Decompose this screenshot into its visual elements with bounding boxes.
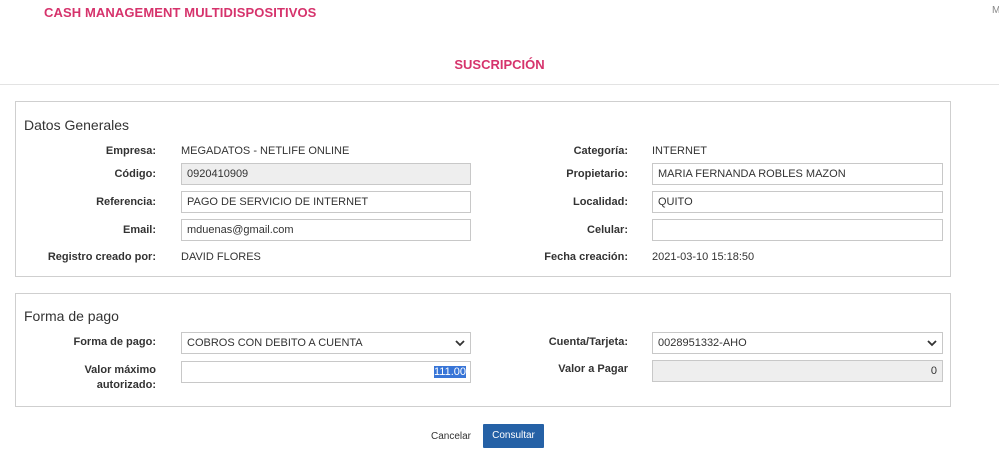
cuenta-select[interactable]: 0028951332-AHO: [652, 332, 943, 354]
fecha-value: 2021-03-10 15:18:50: [652, 251, 755, 263]
payment-panel: Forma de pago Forma de pago: COBROS CON …: [15, 293, 951, 407]
page-title: SUSCRIPCIÓN: [454, 57, 545, 72]
valor-pagar-label: Valor a Pagar: [558, 363, 628, 375]
propietario-field[interactable]: MARIA FERNANDA ROBLES MAZON: [652, 163, 943, 185]
propietario-label: Propietario:: [566, 168, 628, 180]
localidad-field[interactable]: QUITO: [652, 191, 943, 213]
general-data-panel: Datos Generales Empresa: MEGADATOS - NET…: [15, 101, 951, 277]
cuenta-selected-value: 0028951332-AHO: [658, 337, 747, 349]
valor-pagar-field[interactable]: 0: [652, 360, 943, 382]
chevron-down-icon: [927, 340, 937, 347]
general-data-legend: Datos Generales: [24, 117, 130, 133]
celular-label: Celular:: [587, 224, 628, 236]
categoria-label: Categoría:: [573, 145, 628, 157]
localidad-label: Localidad:: [572, 196, 628, 208]
valor-maximo-label-line2: autorizado:: [96, 379, 156, 391]
consult-button[interactable]: Consultar: [483, 424, 544, 448]
categoria-value: INTERNET: [652, 145, 707, 157]
fecha-label: Fecha creación:: [544, 251, 628, 263]
header-divider: [0, 84, 999, 85]
cuenta-label: Cuenta/Tarjeta:: [548, 336, 628, 348]
payment-legend: Forma de pago: [24, 308, 119, 324]
app-title: CASH MANAGEMENT MULTIDISPOSITIVOS: [44, 5, 317, 20]
header-corner-text: M: [992, 5, 999, 16]
celular-field[interactable]: [652, 219, 943, 241]
cancel-button[interactable]: Cancelar: [426, 429, 476, 444]
